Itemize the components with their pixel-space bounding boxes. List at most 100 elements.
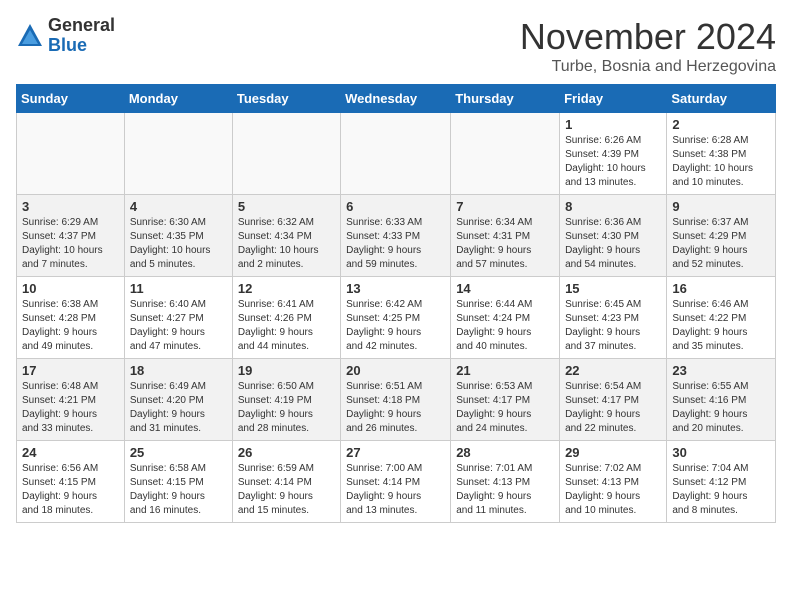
calendar-day-cell: 25 Sunrise: 6:58 AM Sunset: 4:15 PM Dayli… bbox=[124, 441, 232, 523]
calendar-day-cell bbox=[341, 113, 451, 195]
weekday-header-sunday: Sunday bbox=[17, 85, 125, 113]
calendar-day-cell: 10Sunrise: 6:38 AM Sunset: 4:28 PM Dayli… bbox=[17, 277, 125, 359]
day-info: Sunrise: 6:34 AM Sunset: 4:31 PM Dayligh… bbox=[456, 216, 554, 272]
logo-text: General Blue bbox=[48, 16, 115, 56]
day-number: 28 bbox=[456, 445, 554, 460]
day-info: Sunrise: 6:32 AM Sunset: 4:34 PM Dayligh… bbox=[238, 216, 335, 272]
day-number: 29 bbox=[565, 445, 661, 460]
calendar-day-cell: 11 Sunrise: 6:40 AM Sunset: 4:27 PM Dayli… bbox=[124, 277, 232, 359]
day-number: 9 bbox=[672, 199, 770, 214]
day-number: 21 bbox=[456, 363, 554, 378]
calendar-day-cell: 21 Sunrise: 6:53 AM Sunset: 4:17 PM Dayli… bbox=[451, 359, 560, 441]
calendar-day-cell: 7 Sunrise: 6:34 AM Sunset: 4:31 PM Daylig… bbox=[451, 195, 560, 277]
day-number: 7 bbox=[456, 199, 554, 214]
day-number: 22 bbox=[565, 363, 661, 378]
day-number: 19 bbox=[238, 363, 335, 378]
day-number: 25 bbox=[130, 445, 227, 460]
location-subtitle: Turbe, Bosnia and Herzegovina bbox=[520, 58, 776, 76]
calendar-day-cell: 3Sunrise: 6:29 AM Sunset: 4:37 PM Daylig… bbox=[17, 195, 125, 277]
calendar-day-cell: 2 Sunrise: 6:28 AM Sunset: 4:38 PM Daylig… bbox=[667, 113, 776, 195]
calendar-day-cell: 18 Sunrise: 6:49 AM Sunset: 4:20 PM Dayli… bbox=[124, 359, 232, 441]
calendar-day-cell: 9 Sunrise: 6:37 AM Sunset: 4:29 PM Daylig… bbox=[667, 195, 776, 277]
calendar-day-cell: 19 Sunrise: 6:50 AM Sunset: 4:19 PM Dayli… bbox=[232, 359, 340, 441]
calendar-day-cell bbox=[232, 113, 340, 195]
weekday-header-tuesday: Tuesday bbox=[232, 85, 340, 113]
calendar-day-cell: 27Sunrise: 7:00 AM Sunset: 4:14 PM Dayli… bbox=[341, 441, 451, 523]
logo-icon bbox=[16, 22, 44, 50]
day-info: Sunrise: 6:45 AM Sunset: 4:23 PM Dayligh… bbox=[565, 298, 661, 354]
weekday-header-friday: Friday bbox=[560, 85, 667, 113]
day-number: 15 bbox=[565, 281, 661, 296]
day-number: 8 bbox=[565, 199, 661, 214]
calendar-day-cell bbox=[451, 113, 560, 195]
day-info: Sunrise: 6:42 AM Sunset: 4:25 PM Dayligh… bbox=[346, 298, 445, 354]
day-number: 14 bbox=[456, 281, 554, 296]
day-info: Sunrise: 7:02 AM Sunset: 4:13 PM Dayligh… bbox=[565, 462, 661, 518]
calendar-day-cell: 8 Sunrise: 6:36 AM Sunset: 4:30 PM Daylig… bbox=[560, 195, 667, 277]
day-info: Sunrise: 6:28 AM Sunset: 4:38 PM Dayligh… bbox=[672, 134, 770, 190]
day-number: 5 bbox=[238, 199, 335, 214]
day-number: 26 bbox=[238, 445, 335, 460]
calendar-day-cell: 4Sunrise: 6:30 AM Sunset: 4:35 PM Daylig… bbox=[124, 195, 232, 277]
day-number: 24 bbox=[22, 445, 119, 460]
logo-general: General bbox=[48, 16, 115, 36]
day-info: Sunrise: 6:50 AM Sunset: 4:19 PM Dayligh… bbox=[238, 380, 335, 436]
day-number: 6 bbox=[346, 199, 445, 214]
day-number: 1 bbox=[565, 117, 661, 132]
day-number: 17 bbox=[22, 363, 119, 378]
calendar-week-row: 3Sunrise: 6:29 AM Sunset: 4:37 PM Daylig… bbox=[17, 195, 776, 277]
day-info: Sunrise: 6:33 AM Sunset: 4:33 PM Dayligh… bbox=[346, 216, 445, 272]
day-number: 12 bbox=[238, 281, 335, 296]
calendar-day-cell: 24 Sunrise: 6:56 AM Sunset: 4:15 PM Dayli… bbox=[17, 441, 125, 523]
logo-blue: Blue bbox=[48, 36, 115, 56]
calendar-day-cell: 17 Sunrise: 6:48 AM Sunset: 4:21 PM Dayli… bbox=[17, 359, 125, 441]
day-number: 20 bbox=[346, 363, 445, 378]
calendar-day-cell: 29 Sunrise: 7:02 AM Sunset: 4:13 PM Dayli… bbox=[560, 441, 667, 523]
day-info: Sunrise: 6:53 AM Sunset: 4:17 PM Dayligh… bbox=[456, 380, 554, 436]
day-number: 18 bbox=[130, 363, 227, 378]
day-info: Sunrise: 6:49 AM Sunset: 4:20 PM Dayligh… bbox=[130, 380, 227, 436]
calendar-week-row: 24 Sunrise: 6:56 AM Sunset: 4:15 PM Dayli… bbox=[17, 441, 776, 523]
day-info: Sunrise: 6:48 AM Sunset: 4:21 PM Dayligh… bbox=[22, 380, 119, 436]
day-number: 30 bbox=[672, 445, 770, 460]
day-info: Sunrise: 6:36 AM Sunset: 4:30 PM Dayligh… bbox=[565, 216, 661, 272]
calendar-day-cell: 22Sunrise: 6:54 AM Sunset: 4:17 PM Dayli… bbox=[560, 359, 667, 441]
day-number: 11 bbox=[130, 281, 227, 296]
day-info: Sunrise: 6:46 AM Sunset: 4:22 PM Dayligh… bbox=[672, 298, 770, 354]
day-info: Sunrise: 6:44 AM Sunset: 4:24 PM Dayligh… bbox=[456, 298, 554, 354]
page-header: General Blue November 2024 Turbe, Bosnia… bbox=[16, 16, 776, 76]
calendar-week-row: 10Sunrise: 6:38 AM Sunset: 4:28 PM Dayli… bbox=[17, 277, 776, 359]
calendar-day-cell bbox=[17, 113, 125, 195]
day-info: Sunrise: 6:30 AM Sunset: 4:35 PM Dayligh… bbox=[130, 216, 227, 272]
day-info: Sunrise: 6:58 AM Sunset: 4:15 PM Dayligh… bbox=[130, 462, 227, 518]
day-number: 16 bbox=[672, 281, 770, 296]
calendar-day-cell: 12 Sunrise: 6:41 AM Sunset: 4:26 PM Dayli… bbox=[232, 277, 340, 359]
day-info: Sunrise: 6:56 AM Sunset: 4:15 PM Dayligh… bbox=[22, 462, 119, 518]
day-info: Sunrise: 6:37 AM Sunset: 4:29 PM Dayligh… bbox=[672, 216, 770, 272]
day-number: 3 bbox=[22, 199, 119, 214]
day-info: Sunrise: 6:51 AM Sunset: 4:18 PM Dayligh… bbox=[346, 380, 445, 436]
calendar-day-cell: 5 Sunrise: 6:32 AM Sunset: 4:34 PM Daylig… bbox=[232, 195, 340, 277]
day-info: Sunrise: 6:38 AM Sunset: 4:28 PM Dayligh… bbox=[22, 298, 119, 354]
calendar-day-cell: 20 Sunrise: 6:51 AM Sunset: 4:18 PM Dayli… bbox=[341, 359, 451, 441]
weekday-header-monday: Monday bbox=[124, 85, 232, 113]
calendar-week-row: 1Sunrise: 6:26 AM Sunset: 4:39 PM Daylig… bbox=[17, 113, 776, 195]
day-info: Sunrise: 7:01 AM Sunset: 4:13 PM Dayligh… bbox=[456, 462, 554, 518]
calendar-day-cell: 1Sunrise: 6:26 AM Sunset: 4:39 PM Daylig… bbox=[560, 113, 667, 195]
weekday-header-thursday: Thursday bbox=[451, 85, 560, 113]
calendar-day-cell: 6 Sunrise: 6:33 AM Sunset: 4:33 PM Daylig… bbox=[341, 195, 451, 277]
day-info: Sunrise: 7:04 AM Sunset: 4:12 PM Dayligh… bbox=[672, 462, 770, 518]
day-number: 2 bbox=[672, 117, 770, 132]
weekday-header-saturday: Saturday bbox=[667, 85, 776, 113]
day-info: Sunrise: 6:41 AM Sunset: 4:26 PM Dayligh… bbox=[238, 298, 335, 354]
day-number: 13 bbox=[346, 281, 445, 296]
calendar-day-cell: 28 Sunrise: 7:01 AM Sunset: 4:13 PM Dayli… bbox=[451, 441, 560, 523]
month-title: November 2024 bbox=[520, 16, 776, 58]
logo: General Blue bbox=[16, 16, 115, 56]
day-info: Sunrise: 6:40 AM Sunset: 4:27 PM Dayligh… bbox=[130, 298, 227, 354]
calendar-week-row: 17 Sunrise: 6:48 AM Sunset: 4:21 PM Dayli… bbox=[17, 359, 776, 441]
calendar-day-cell: 26Sunrise: 6:59 AM Sunset: 4:14 PM Dayli… bbox=[232, 441, 340, 523]
calendar-day-cell: 30 Sunrise: 7:04 AM Sunset: 4:12 PM Dayli… bbox=[667, 441, 776, 523]
weekday-header-wednesday: Wednesday bbox=[341, 85, 451, 113]
day-info: Sunrise: 7:00 AM Sunset: 4:14 PM Dayligh… bbox=[346, 462, 445, 518]
